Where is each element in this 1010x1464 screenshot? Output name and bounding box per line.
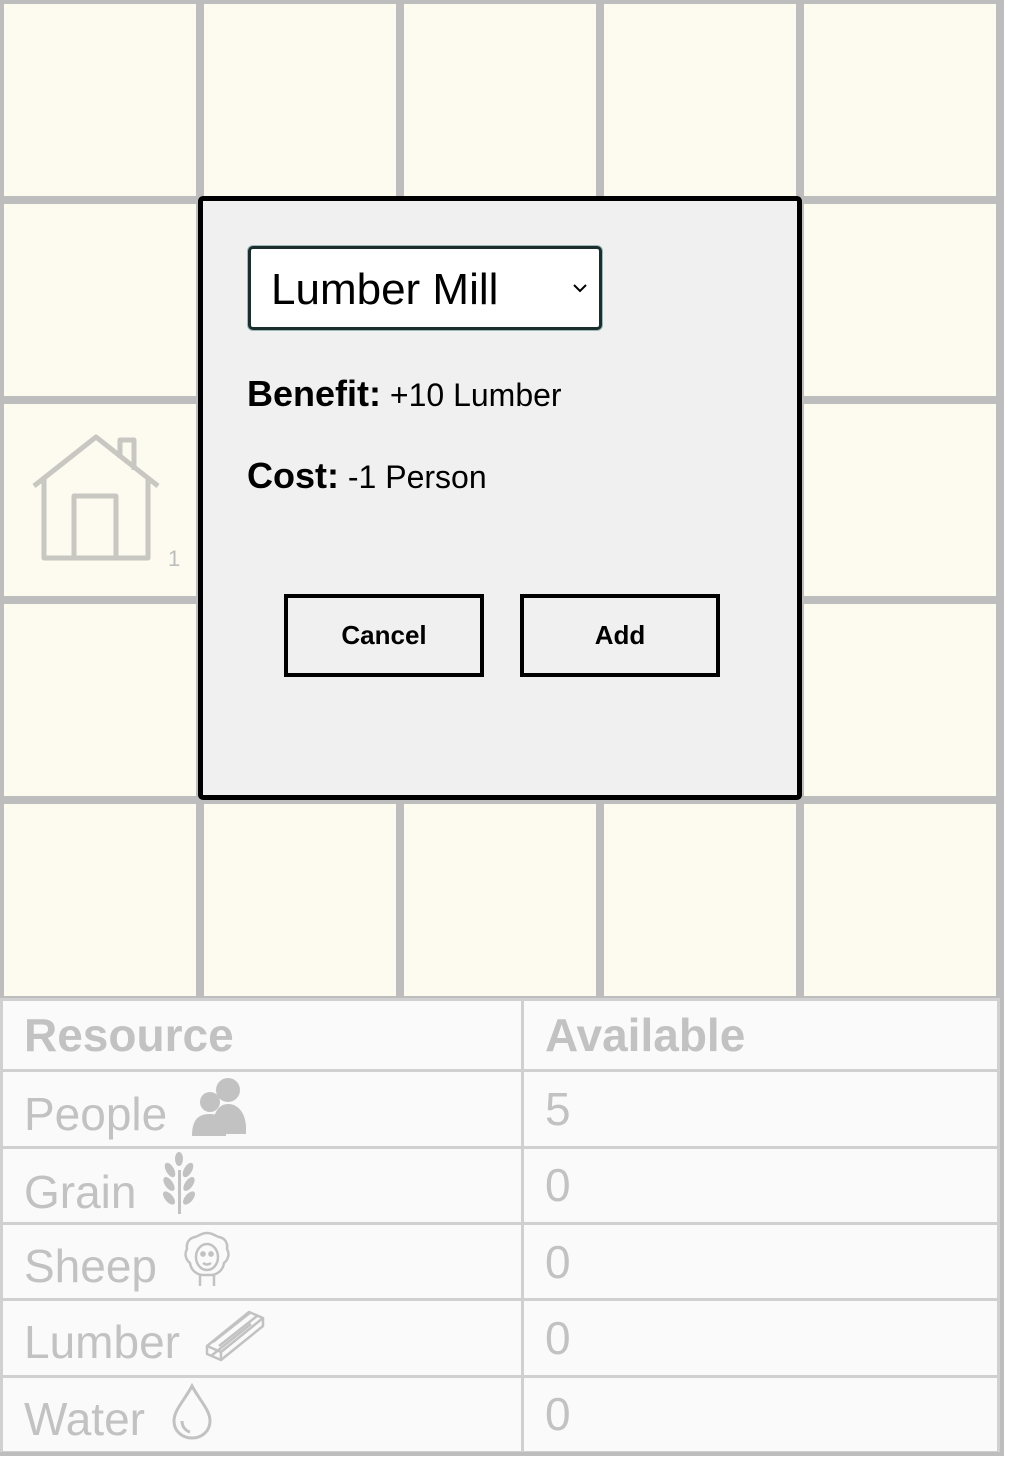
resource-name-cell: Water bbox=[0, 1374, 524, 1455]
board-border bbox=[1000, 0, 1004, 1456]
resource-value: 0 bbox=[521, 1298, 1000, 1378]
resource-name: People bbox=[24, 1088, 168, 1141]
board-cell[interactable] bbox=[204, 4, 396, 196]
add-building-dialog: Lumber Mill Benefit: +10 Lumber Cost: -1… bbox=[198, 196, 802, 800]
cost-line: Cost: -1 Person bbox=[247, 455, 487, 497]
resource-value: 0 bbox=[521, 1221, 1000, 1302]
board-cell[interactable] bbox=[404, 4, 596, 196]
column-header-resource: Resource bbox=[0, 997, 524, 1073]
board-cell[interactable] bbox=[4, 804, 196, 996]
cancel-button[interactable]: Cancel bbox=[284, 594, 484, 677]
sheep-icon bbox=[184, 1231, 230, 1287]
building-count: 1 bbox=[168, 546, 181, 571]
board-cell[interactable] bbox=[4, 204, 196, 396]
cost-label: Cost: bbox=[247, 455, 339, 496]
resource-name-cell: People bbox=[0, 1069, 524, 1149]
board-cell[interactable] bbox=[804, 204, 996, 396]
board-cell[interactable] bbox=[804, 804, 996, 996]
board-cell[interactable] bbox=[804, 4, 996, 196]
building-type-select[interactable]: Lumber Mill bbox=[248, 246, 602, 330]
resource-value: 0 bbox=[521, 1145, 1000, 1225]
resource-name: Sheep bbox=[24, 1240, 158, 1293]
resource-name-cell: Lumber bbox=[0, 1298, 524, 1378]
lumber-icon bbox=[205, 1311, 264, 1362]
table-row: Water 0 bbox=[0, 1374, 1000, 1455]
board-cell[interactable] bbox=[804, 604, 996, 796]
resource-name: Water bbox=[24, 1392, 145, 1445]
table-row: People 5 bbox=[0, 1069, 1000, 1149]
board-cell[interactable] bbox=[404, 804, 596, 996]
table-row: Grain 0 bbox=[0, 1145, 1000, 1225]
house-icon bbox=[32, 434, 160, 561]
benefit-label: Benefit: bbox=[247, 373, 381, 414]
selected-building: Lumber Mill bbox=[271, 265, 499, 314]
benefit-value: +10 Lumber bbox=[389, 377, 562, 413]
table-header-row: Resource Available bbox=[0, 997, 1000, 1073]
chevron-down-icon bbox=[573, 284, 587, 293]
table-border bbox=[0, 1452, 1004, 1456]
table-row: Sheep 0 bbox=[0, 1221, 1000, 1302]
benefit-line: Benefit: +10 Lumber bbox=[247, 373, 562, 415]
board-cell[interactable] bbox=[4, 604, 196, 796]
resource-value: 5 bbox=[521, 1069, 1000, 1149]
cost-value: -1 Person bbox=[347, 459, 487, 495]
resource-name-cell: Grain bbox=[0, 1145, 524, 1225]
board-cell[interactable] bbox=[604, 804, 796, 996]
grain-icon bbox=[163, 1151, 196, 1214]
people-icon bbox=[192, 1078, 247, 1137]
board-cell-house[interactable]: 1 bbox=[4, 404, 196, 596]
resource-name: Lumber bbox=[24, 1316, 180, 1369]
resource-name-cell: Sheep bbox=[0, 1221, 524, 1302]
add-button[interactable]: Add bbox=[520, 594, 720, 677]
table-row: Lumber 0 bbox=[0, 1298, 1000, 1378]
water-icon bbox=[172, 1382, 212, 1440]
board-cell[interactable] bbox=[804, 404, 996, 596]
column-header-available: Available bbox=[521, 997, 1000, 1073]
resource-name: Grain bbox=[24, 1165, 137, 1218]
board-cell[interactable] bbox=[4, 4, 196, 196]
resource-value: 0 bbox=[521, 1374, 1000, 1455]
board-cell[interactable] bbox=[204, 804, 396, 996]
board-cell[interactable] bbox=[604, 4, 796, 196]
resource-table: Resource Available People 5 Grain 0 Shee… bbox=[0, 997, 1000, 1455]
